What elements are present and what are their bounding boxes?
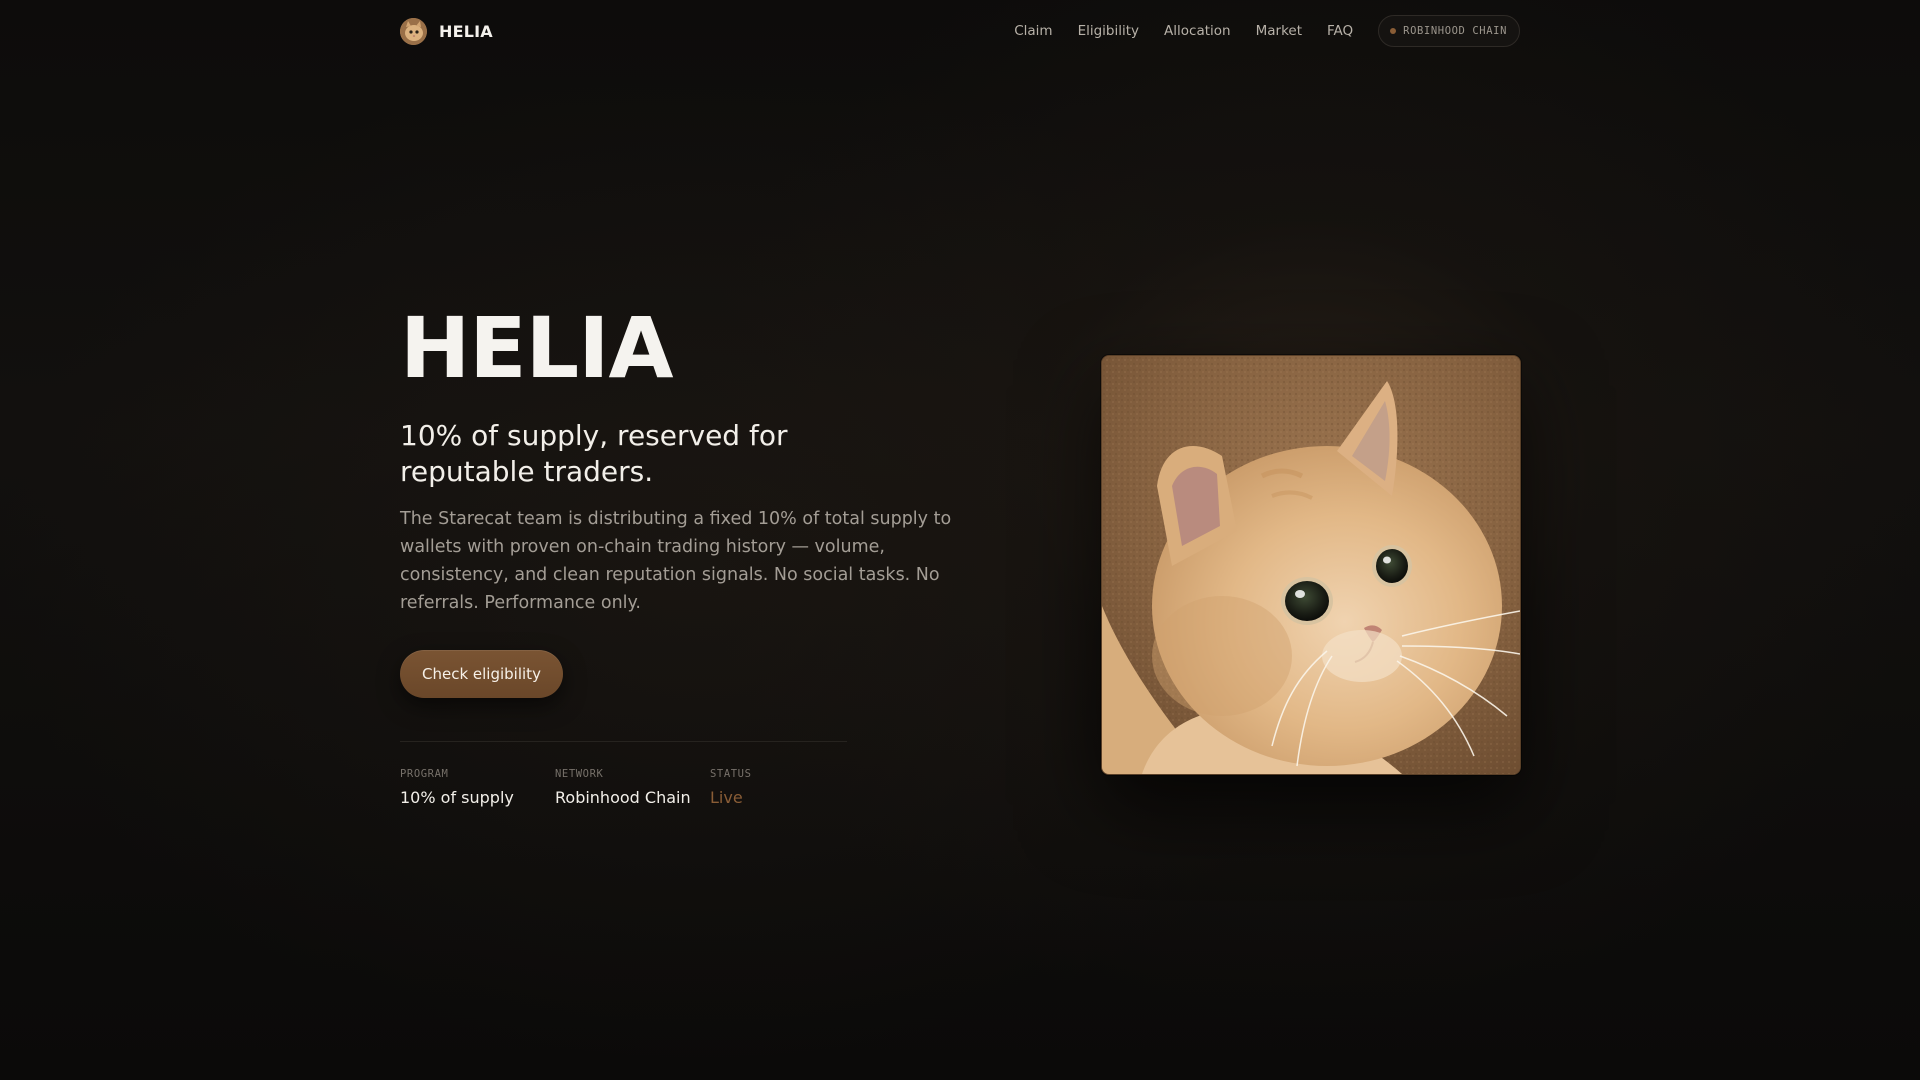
main-nav: Claim Eligibility Allocation Market FAQ … [1014, 15, 1520, 47]
nav-link-market[interactable]: Market [1256, 23, 1302, 39]
cat-avatar-icon [400, 17, 427, 45]
hero-description: The Starecat team is distributing a fixe… [400, 509, 952, 613]
divider [400, 741, 847, 742]
page: HELIA Claim Eligibility Allocation Marke… [0, 0, 1920, 1080]
starecat-photo [1101, 355, 1521, 775]
stat-program: PROGRAM 10% of supply [400, 768, 555, 807]
nav-link-claim[interactable]: Claim [1014, 23, 1052, 39]
stat-network: NETWORK Robinhood Chain [555, 768, 710, 807]
stat-label: PROGRAM [400, 768, 449, 780]
brand-home-link[interactable]: HELIA [400, 17, 493, 45]
hero-subtitle: 10% of supply, reserved for reputable tr… [400, 419, 788, 488]
hero-title: HELIA [400, 299, 673, 397]
program-stats: PROGRAM 10% of supply NETWORK Robinhood … [400, 768, 830, 807]
stat-label: STATUS [710, 768, 752, 780]
nav-link-faq[interactable]: FAQ [1327, 23, 1353, 39]
network-badge[interactable]: ROBINHOOD CHAIN [1378, 15, 1520, 47]
brand-name: HELIA [439, 21, 493, 41]
network-badge-label: ROBINHOOD CHAIN [1403, 25, 1507, 37]
stat-label: NETWORK [555, 768, 604, 780]
top-navigation-bar: HELIA Claim Eligibility Allocation Marke… [400, 0, 1520, 62]
stat-status: STATUS Live [710, 768, 830, 807]
status-live-value: Live [710, 788, 743, 807]
nav-link-eligibility[interactable]: Eligibility [1078, 23, 1139, 39]
check-eligibility-button[interactable]: Check eligibility [400, 650, 563, 698]
status-dot-icon [1390, 28, 1397, 34]
nav-link-allocation[interactable]: Allocation [1164, 23, 1231, 39]
stat-value: Robinhood Chain [555, 788, 691, 807]
stat-value: 10% of supply [400, 788, 514, 807]
